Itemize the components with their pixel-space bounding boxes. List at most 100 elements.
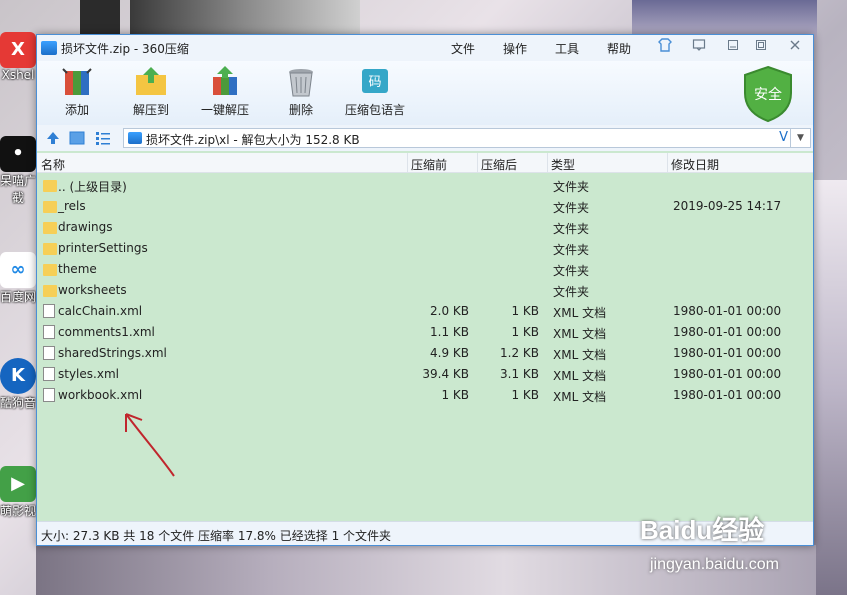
table-row[interactable]: theme 文件夹: [37, 259, 813, 280]
table-row[interactable]: .. (上级目录) 文件夹: [37, 175, 813, 196]
extract-folder-icon: [133, 65, 169, 99]
column-divider[interactable]: [407, 153, 408, 173]
add-button-label: 添加: [64, 103, 89, 117]
maximize-button[interactable]: [749, 38, 773, 58]
close-button[interactable]: [783, 38, 807, 58]
table-row[interactable]: _rels 文件夹 2019-09-25 14:17: [37, 196, 813, 217]
row-name: workbook.xml: [58, 388, 143, 402]
file-icon: [43, 304, 55, 318]
address-bar: 损坏文件.zip\xl - 解包大小为 152.8 KB V ▼: [37, 125, 813, 151]
table-row[interactable]: sharedStrings.xml 4.9 KB 1.2 KB XML 文档 1…: [37, 343, 813, 364]
cloud-icon: ∞: [0, 252, 36, 288]
table-row[interactable]: workbook.xml 1 KB 1 KB XML 文档 1980-01-01…: [37, 385, 813, 406]
desktop-icon-label: 截: [11, 191, 24, 205]
row-name: drawings: [58, 220, 113, 234]
watermark-url: jingyan.baidu.com: [650, 556, 779, 573]
file-icon: [43, 367, 55, 381]
folder-icon: [43, 180, 57, 192]
folder-icon: [43, 222, 57, 234]
row-type: XML 文档: [553, 306, 607, 320]
minimize-button[interactable]: [721, 38, 745, 58]
desktop-icon-video[interactable]: ▶ 萌影视: [0, 466, 36, 519]
column-divider[interactable]: [547, 153, 548, 173]
table-row[interactable]: comments1.xml 1.1 KB 1 KB XML 文档 1980-01…: [37, 322, 813, 343]
desktop-icon-screenshot[interactable]: • 呆喵广 截: [0, 136, 36, 206]
menu-tools[interactable]: 工具: [555, 40, 579, 57]
app-icon: [41, 41, 57, 55]
archive-icon: [128, 132, 142, 144]
watermark-logo: Baidu经验: [640, 515, 765, 545]
menu-help[interactable]: 帮助: [607, 40, 631, 57]
archive-language-button[interactable]: 码 压缩包语言: [335, 65, 415, 118]
column-divider[interactable]: [477, 153, 478, 173]
row-type: XML 文档: [553, 327, 607, 341]
desktop-icon-label: 百度网: [0, 290, 36, 304]
extract-to-button-label: 解压到: [132, 103, 169, 117]
play-icon: ▶: [0, 466, 36, 502]
file-icon: [43, 388, 55, 402]
desktop-icon-baidu-netdisk[interactable]: ∞ 百度网: [0, 252, 36, 305]
archive-language-button-label: 压缩包语言: [344, 103, 405, 117]
path-text: 损坏文件.zip\xl - 解包大小为 152.8 KB: [146, 133, 360, 147]
menu-operation[interactable]: 操作: [503, 40, 527, 57]
table-row[interactable]: calcChain.xml 2.0 KB 1 KB XML 文档 1980-01…: [37, 301, 813, 322]
trash-icon: [283, 65, 319, 99]
title-bar[interactable]: 损坏文件.zip - 360压缩 文件 操作 工具 帮助: [37, 35, 813, 61]
row-name: _rels: [58, 199, 86, 213]
row-orig: 1.2 KB: [500, 346, 539, 360]
row-orig: 3.1 KB: [500, 367, 539, 381]
extract-to-button[interactable]: 解压到: [111, 65, 191, 118]
column-packed[interactable]: 压缩前: [411, 156, 447, 173]
row-name: printerSettings: [58, 241, 148, 255]
one-click-extract-button[interactable]: 一键解压: [185, 65, 265, 118]
language-code-icon: 码: [357, 65, 393, 99]
column-type[interactable]: 类型: [551, 156, 575, 173]
desktop-icon-label: 呆喵广: [0, 174, 36, 188]
one-click-extract-button-label: 一键解压: [200, 103, 249, 117]
desktop-icon-label: 酷狗音: [0, 396, 36, 410]
thumbnail-view-icon[interactable]: [69, 130, 85, 146]
table-row[interactable]: worksheets 文件夹: [37, 280, 813, 301]
column-date[interactable]: 修改日期: [671, 156, 719, 173]
column-divider[interactable]: [667, 153, 668, 173]
row-name: calcChain.xml: [58, 304, 143, 318]
add-button[interactable]: 添加: [37, 65, 117, 118]
row-name: comments1.xml: [58, 325, 155, 339]
path-field[interactable]: 损坏文件.zip\xl - 解包大小为 152.8 KB V ▼: [123, 128, 811, 148]
chevron-down-icon[interactable]: ▼: [790, 129, 810, 147]
table-row[interactable]: styles.xml 39.4 KB 3.1 KB XML 文档 1980-01…: [37, 364, 813, 385]
column-name[interactable]: 名称: [41, 156, 65, 173]
table-row[interactable]: printerSettings 文件夹: [37, 238, 813, 259]
cat-icon: •: [0, 136, 36, 172]
row-date: 1980-01-01 00:00: [673, 304, 782, 318]
safety-shield-icon[interactable]: 安全: [741, 65, 795, 123]
kugou-icon: K: [0, 358, 36, 394]
safety-badge-text: 安全: [754, 86, 782, 103]
table-row[interactable]: drawings 文件夹: [37, 217, 813, 238]
desktop-icon-label: 萌影视: [0, 504, 36, 518]
file-icon: [43, 346, 55, 360]
skin-icon[interactable]: [653, 38, 677, 58]
row-type: 文件夹: [553, 285, 590, 299]
one-click-extract-icon: [207, 65, 243, 99]
row-orig: 1 KB: [511, 325, 539, 339]
toolbar: 添加 解压到 一键解压 删除 码 压缩包语言 安全: [37, 61, 813, 125]
row-name: theme: [58, 262, 97, 276]
column-orig[interactable]: 压缩后: [481, 156, 517, 173]
xshell-icon: X: [0, 32, 36, 68]
menu-file[interactable]: 文件: [451, 40, 475, 57]
svg-text:码: 码: [368, 75, 381, 90]
folder-icon: [43, 243, 57, 255]
desktop-icon-xshell[interactable]: X Xshel: [0, 32, 36, 82]
feedback-icon[interactable]: [687, 38, 711, 58]
row-type: XML 文档: [553, 369, 607, 383]
row-date: 1980-01-01 00:00: [673, 367, 782, 381]
delete-button[interactable]: 删除: [261, 65, 341, 118]
window-title: 损坏文件.zip - 360压缩: [61, 42, 189, 56]
up-arrow-icon[interactable]: [45, 130, 61, 146]
list-view-icon[interactable]: [95, 130, 111, 146]
row-date: 1980-01-01 00:00: [673, 346, 782, 360]
path-verify-icon[interactable]: V: [779, 130, 788, 145]
desktop-icon-kugou[interactable]: K 酷狗音: [0, 358, 36, 411]
row-type: 文件夹: [553, 264, 590, 278]
